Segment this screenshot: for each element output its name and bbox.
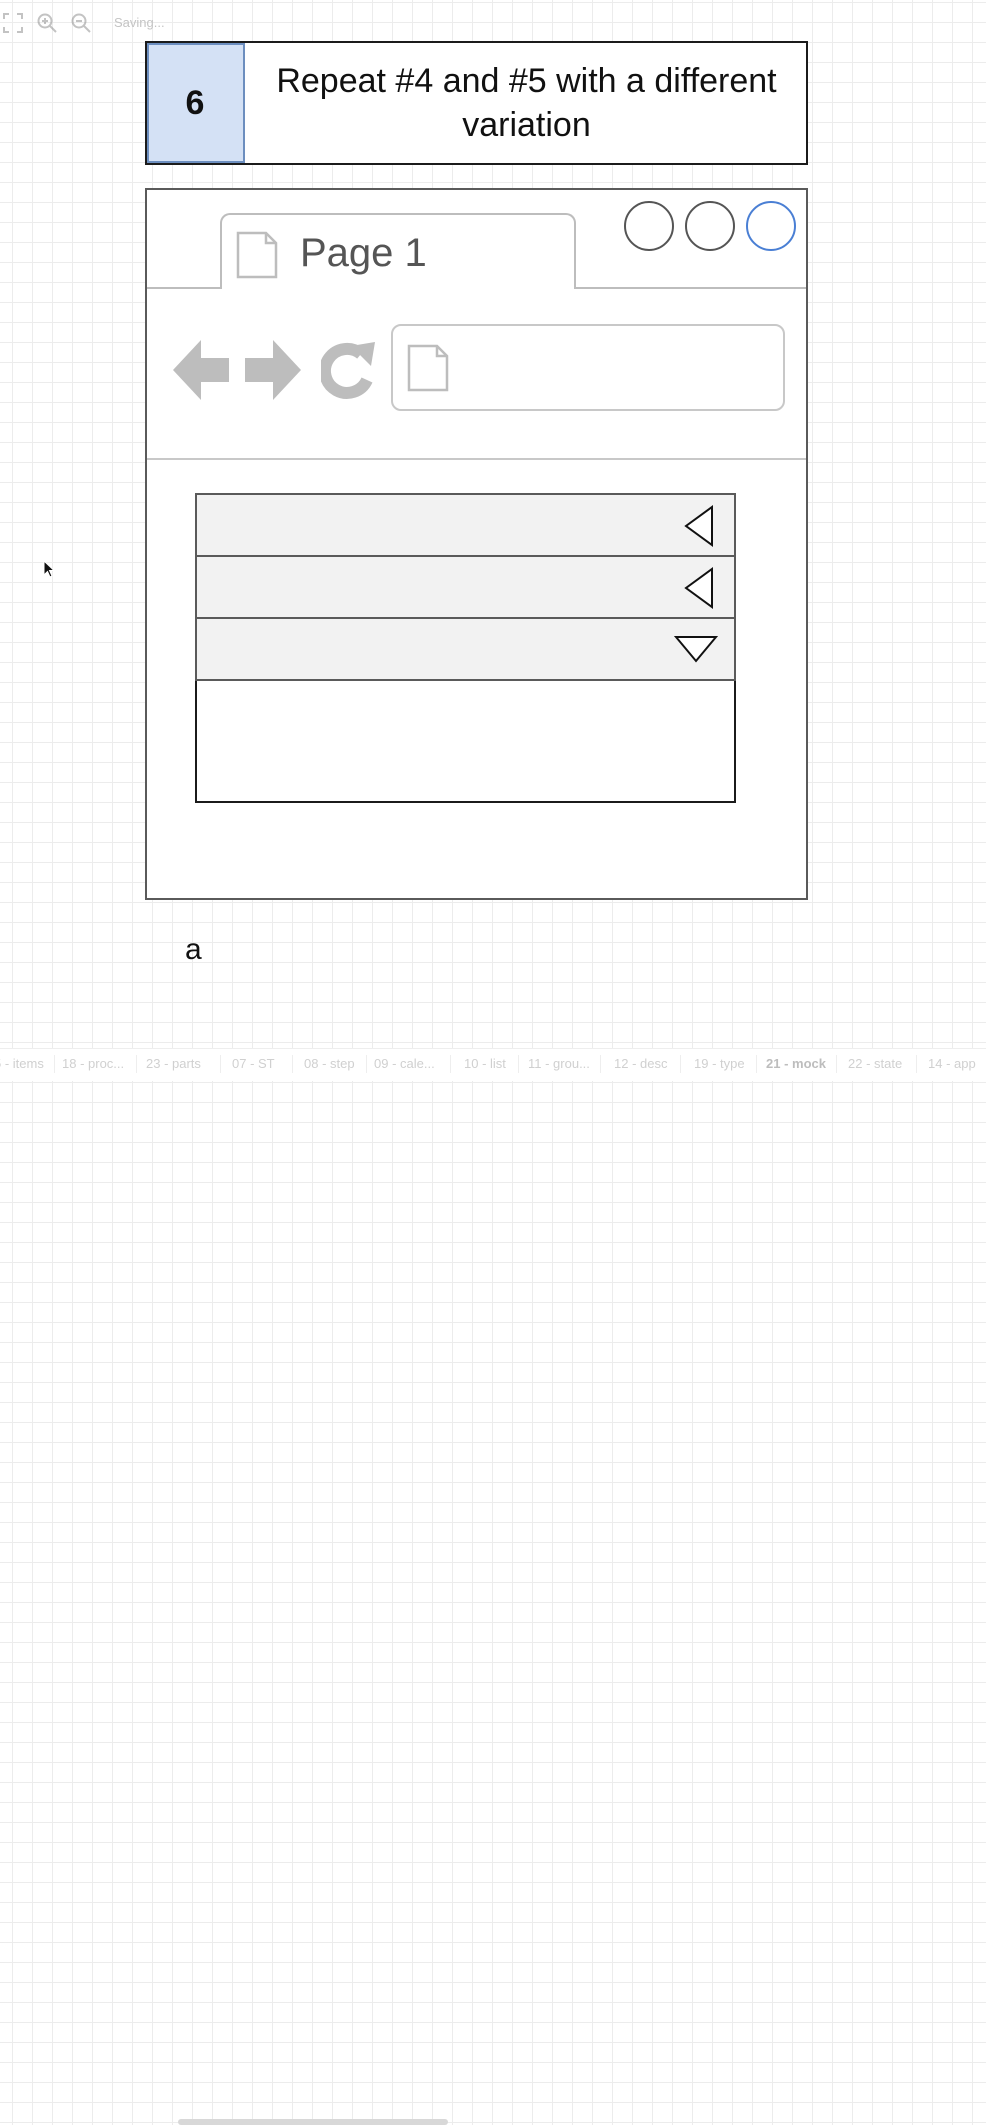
fit-icon[interactable] — [2, 12, 24, 34]
step-callout[interactable]: 6 Repeat #4 and #5 with a different vari… — [145, 41, 808, 165]
page-icon — [236, 231, 278, 284]
triangle-left-icon — [684, 567, 714, 614]
tab-divider — [836, 1055, 837, 1073]
page-tab[interactable]: 14 - app — [928, 1056, 976, 1071]
tab-divider — [600, 1055, 601, 1073]
tab-divider — [916, 1055, 917, 1073]
close-button[interactable] — [746, 201, 796, 251]
triangle-left-icon — [684, 505, 714, 552]
page-tab[interactable]: 10 - list — [464, 1056, 506, 1071]
tab-baseline — [147, 287, 222, 289]
page-tab[interactable]: 09 - cale... — [374, 1056, 435, 1071]
toolbar-divider — [147, 458, 806, 460]
saving-status: Saving... — [114, 15, 165, 30]
page-tab[interactable]: 08 - step — [304, 1056, 355, 1071]
page-tab[interactable]: 12 - desc — [614, 1056, 667, 1071]
tab-divider — [756, 1055, 757, 1073]
page-tab-active[interactable]: 21 - mock — [766, 1056, 826, 1071]
toolbar: Saving... — [0, 0, 400, 44]
tab-label: Page 1 — [300, 231, 427, 275]
reload-icon[interactable] — [318, 340, 377, 407]
page-tab[interactable]: 5 - items — [0, 1056, 44, 1071]
zoom-in-icon[interactable] — [36, 12, 58, 34]
tab-divider — [292, 1055, 293, 1073]
page-tab[interactable]: 07 - ST — [232, 1056, 275, 1071]
horizontal-scrollbar[interactable] — [178, 2119, 448, 2125]
accordion-header-expanded[interactable] — [195, 617, 736, 681]
accordion-header[interactable] — [195, 493, 736, 557]
back-arrow-icon[interactable] — [173, 338, 229, 407]
accordion-panel — [195, 679, 736, 803]
page-tab[interactable]: 22 - state — [848, 1056, 902, 1071]
browser-window-mockup[interactable]: Page 1 — [145, 188, 808, 900]
accordion — [195, 493, 736, 803]
step-description: Repeat #4 and #5 with a different variat… — [276, 62, 777, 144]
canvas-text-label[interactable]: a — [185, 933, 202, 967]
page-tabs-bar: 5 - items 18 - proc... 23 - parts 07 - S… — [0, 1048, 986, 2125]
step-number: 6 — [147, 43, 245, 163]
tab-divider — [518, 1055, 519, 1073]
page-icon — [407, 344, 449, 397]
forward-arrow-icon[interactable] — [245, 338, 301, 407]
minimize-button[interactable] — [624, 201, 674, 251]
page-tab[interactable]: 11 - grou... — [528, 1056, 590, 1071]
tab-divider — [366, 1055, 367, 1073]
tab-divider — [220, 1055, 221, 1073]
tab-divider — [136, 1055, 137, 1073]
tab-divider — [680, 1055, 681, 1073]
tab-divider — [450, 1055, 451, 1073]
page-tab[interactable]: 18 - proc... — [62, 1056, 124, 1071]
tab-baseline — [575, 287, 806, 289]
maximize-button[interactable] — [685, 201, 735, 251]
browser-tab[interactable]: Page 1 — [220, 213, 576, 289]
mouse-cursor-icon — [43, 559, 56, 583]
tab-divider — [54, 1055, 55, 1073]
accordion-header[interactable] — [195, 555, 736, 619]
page-tab[interactable]: 19 - type — [694, 1056, 745, 1071]
zoom-out-icon[interactable] — [70, 12, 92, 34]
triangle-down-icon — [673, 635, 719, 668]
page-tab[interactable]: 23 - parts — [146, 1056, 201, 1071]
address-bar[interactable] — [391, 324, 785, 411]
